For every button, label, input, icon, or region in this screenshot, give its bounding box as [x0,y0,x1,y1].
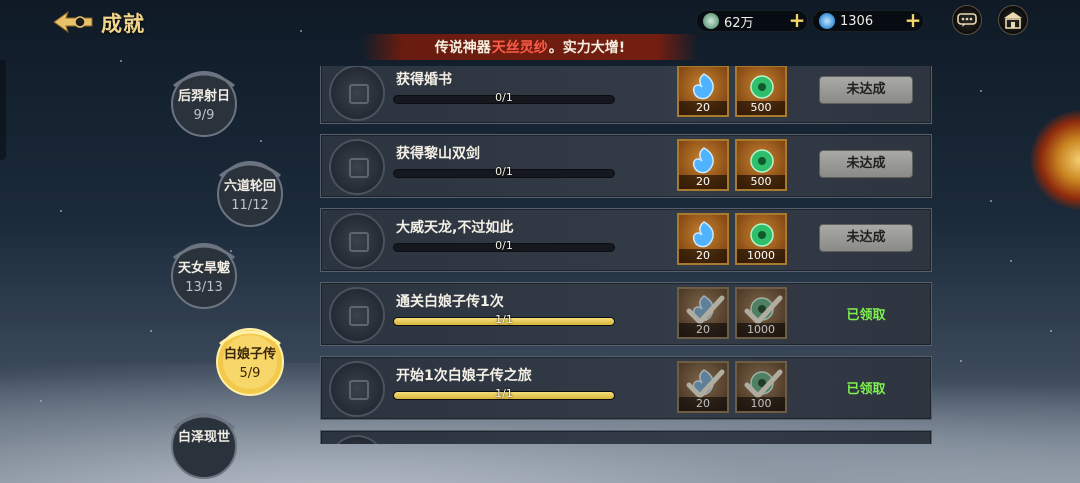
category-emblem-active-icon [216,328,284,396]
reward-item: 1000 [735,287,787,339]
progress-text: 1/1 [495,387,513,400]
reward-count: 20 [679,249,727,263]
achievement-row: 获得黎山双剑 0/1 20 500 未达成 [320,134,932,198]
achievement-emblem-icon [329,139,385,195]
reward-count: 500 [737,101,785,115]
status-button[interactable]: 未达成 [819,224,913,252]
jade-amount: 1306 [840,13,874,29]
achievement-row: 大威天龙,不过如此 0/1 20 1000 未达成 [320,208,932,272]
category-emblem-icon [171,243,237,309]
achievement-title: 获得黎山双剑 [396,146,480,162]
category-progress: 5/9 [239,366,261,381]
category-progress: 9/9 [193,108,215,123]
jade-icon [819,13,835,29]
reward-count: 500 [737,175,785,189]
category-name: 白娘子传 [223,347,276,362]
reward-item[interactable]: 1000 [735,213,787,265]
progress-text: 0/1 [495,91,513,104]
green-jade-icon [750,149,774,173]
add-jade-button[interactable]: + [903,10,923,31]
category-tiannv[interactable]: 天女旱魃 13/13 [166,238,242,314]
banner-suffix: 。实力大增! [548,40,626,56]
claimed-label: 已领取 [846,308,886,323]
status-button[interactable]: 未达成 [819,150,913,178]
green-jade-icon [750,223,774,247]
green-jade-icon [750,75,774,99]
category-name: 后羿射日 [177,89,230,104]
category-bainiangzi[interactable]: 白娘子传 5/9 [212,324,288,400]
reward-count: 20 [679,101,727,115]
jade-currency: 1306 + [812,10,924,32]
category-emblem-icon [171,71,237,137]
side-drawer-handle[interactable] [0,60,6,160]
back-arrow-icon [53,10,93,34]
achievement-row-partial [320,430,932,444]
category-houyi[interactable]: 后羿射日 9/9 [166,66,242,142]
progress-text: 0/1 [495,165,513,178]
shop-button[interactable] [998,5,1028,35]
announcement-banner: 传说神器 天丝灵纱 。实力大增! [362,34,698,60]
reward-count: 100 [737,397,785,411]
page-title: 成就 [101,12,145,36]
reward-item[interactable]: 500 [735,139,787,191]
achievement-row: 通关白娘子传1次 1/1 20 1000 已领取 [320,282,932,346]
category-name: 六道轮回 [223,179,276,194]
achievement-emblem-icon [329,361,385,417]
chat-icon [957,13,977,27]
reward-count: 20 [679,175,727,189]
achievement-row: 开始1次白娘子传之旅 1/1 20 100 已领取 [320,356,932,420]
status-button[interactable]: 未达成 [819,76,913,104]
reward-item: 20 [677,287,729,339]
category-baize[interactable]: 白泽现世 [166,408,242,483]
reward-item: 100 [735,361,787,413]
silver-currency: 62万 + [696,10,808,32]
back-button[interactable] [52,8,94,36]
category-emblem-icon [171,413,237,479]
claimed-label: 已领取 [846,382,886,397]
reward-item[interactable]: 20 [677,66,729,117]
reward-count: 20 [679,323,727,337]
blue-spirit-gem-icon [692,73,714,100]
reward-count: 20 [679,397,727,411]
shop-icon [1004,12,1022,29]
blue-spirit-gem-icon [692,221,714,248]
reward-item[interactable]: 20 [677,139,729,191]
achievement-emblem-icon [329,66,385,121]
silver-amount: 62万 [724,15,754,31]
reward-count: 1000 [737,249,785,263]
category-name: 白泽现世 [177,429,230,445]
achievement-emblem-icon [329,213,385,269]
progress-text: 1/1 [495,313,513,326]
category-name: 天女旱魃 [177,261,230,276]
achievement-list[interactable]: 获得婚书 0/1 20 500 未达成 获得黎山双剑 0/1 20 500 未达… [320,66,932,444]
silver-coin-icon [703,13,719,29]
achievement-title: 大威天龙,不过如此 [396,220,514,236]
achievement-row: 获得婚书 0/1 20 500 未达成 [320,66,932,124]
achievement-title: 通关白娘子传1次 [396,294,504,310]
achievement-emblem-icon [329,435,385,444]
reward-item: 20 [677,361,729,413]
reward-count: 1000 [737,323,785,337]
reward-item[interactable]: 500 [735,66,787,117]
banner-prefix: 传说神器 [434,40,491,56]
banner-highlight: 天丝灵纱 [491,40,548,56]
achievement-title: 获得婚书 [396,72,452,88]
category-liudao[interactable]: 六道轮回 11/12 [212,156,288,232]
reward-item[interactable]: 20 [677,213,729,265]
category-progress: 13/13 [185,280,223,295]
chat-button[interactable] [952,5,982,35]
blue-spirit-gem-icon [692,147,714,174]
progress-text: 0/1 [495,239,513,252]
category-emblem-icon [217,161,283,227]
add-silver-button[interactable]: + [787,10,807,31]
category-progress: 11/12 [231,198,269,213]
achievement-emblem-icon [329,287,385,343]
glowing-orb-icon[interactable] [1030,110,1080,210]
achievement-title: 开始1次白娘子传之旅 [396,368,532,384]
